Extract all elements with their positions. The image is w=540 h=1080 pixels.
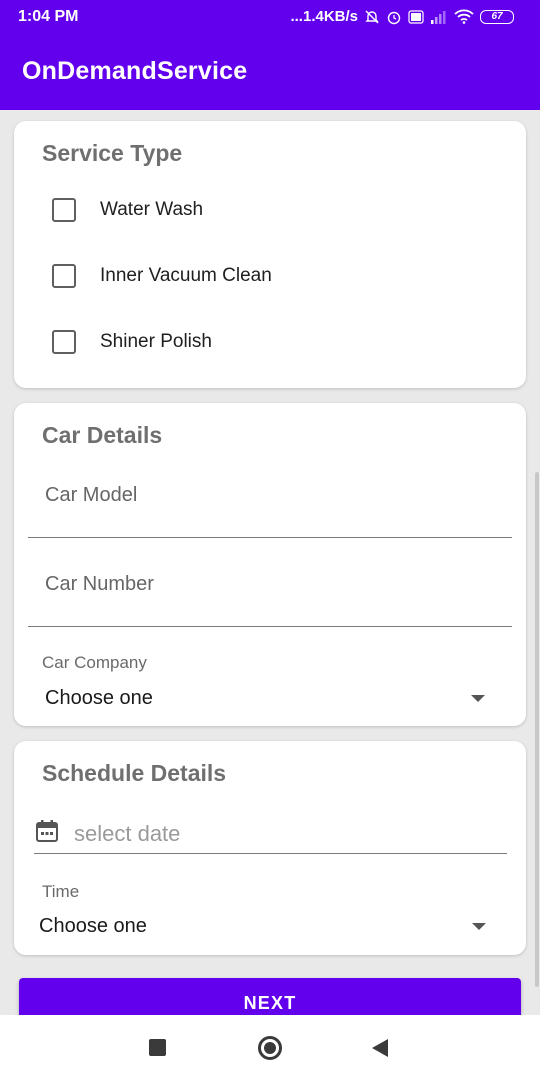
status-icons: ...1.4KB/s 67 xyxy=(290,8,514,25)
app-bar: OnDemandService xyxy=(0,33,540,110)
car-model-placeholder: Car Model xyxy=(45,484,138,506)
next-button-label[interactable]: NEXT xyxy=(244,993,297,1014)
checkbox-label-water-wash[interactable]: Water Wash xyxy=(100,199,203,221)
home-circle-inner xyxy=(264,1042,276,1054)
wifi-icon xyxy=(454,9,474,24)
car-number-underline xyxy=(28,626,512,627)
time-value[interactable]: Choose one xyxy=(39,915,147,938)
time-label: Time xyxy=(42,882,80,901)
dropdown-arrow-icon[interactable] xyxy=(472,922,486,930)
car-company-label: Car Company xyxy=(42,653,147,672)
checkbox-box[interactable] xyxy=(52,330,76,354)
network-speed: ...1.4KB/s xyxy=(290,8,358,25)
checkbox-inner-vacuum-clean[interactable]: Inner Vacuum Clean xyxy=(52,264,272,288)
car-details-card: Car Details Car Model Car Number Car Com… xyxy=(14,403,526,726)
checkbox-box[interactable] xyxy=(52,198,76,222)
home-circle-icon[interactable] xyxy=(258,1036,282,1060)
date-input[interactable]: select date xyxy=(34,814,507,854)
checkbox-label-shiner-polish[interactable]: Shiner Polish xyxy=(100,331,212,353)
car-company-dropdown[interactable]: Choose one xyxy=(45,683,485,713)
date-placeholder: select date xyxy=(74,820,181,846)
recents-square-icon[interactable] xyxy=(149,1039,166,1056)
schedule-details-title: Schedule Details xyxy=(42,760,227,786)
checkbox-label-inner-vacuum-clean[interactable]: Inner Vacuum Clean xyxy=(100,265,272,287)
checkbox-box[interactable] xyxy=(52,264,76,288)
volte-icon xyxy=(408,9,424,25)
car-model-input[interactable]: Car Model xyxy=(28,448,512,538)
app-title: OnDemandService xyxy=(22,57,248,85)
checkbox-water-wash[interactable]: Water Wash xyxy=(52,198,203,222)
schedule-details-card: Schedule Details select date Time Choose… xyxy=(14,741,526,955)
service-type-title: Service Type xyxy=(42,140,183,166)
battery-icon: 67 xyxy=(480,9,514,24)
car-number-input[interactable]: Car Number xyxy=(28,537,512,627)
signal-icon xyxy=(430,10,448,24)
alarm-off-icon xyxy=(364,9,380,25)
calendar-icon[interactable] xyxy=(34,818,60,849)
dropdown-arrow-icon[interactable] xyxy=(471,694,485,702)
status-time: 1:04 PM xyxy=(18,7,79,25)
car-details-title: Car Details xyxy=(42,422,163,448)
navigation-bar xyxy=(0,1015,540,1080)
status-bar: 1:04 PM ...1.4KB/s 67 xyxy=(0,0,540,33)
alarm-icon xyxy=(386,9,402,25)
back-triangle-icon[interactable] xyxy=(372,1039,388,1057)
time-dropdown[interactable]: Choose one xyxy=(39,911,486,941)
car-number-placeholder: Car Number xyxy=(45,573,154,595)
car-company-value[interactable]: Choose one xyxy=(45,687,153,710)
scrollbar[interactable] xyxy=(535,472,539,987)
service-type-card: Service Type Water Wash Inner Vacuum Cle… xyxy=(14,121,526,388)
checkbox-shiner-polish[interactable]: Shiner Polish xyxy=(52,330,212,354)
